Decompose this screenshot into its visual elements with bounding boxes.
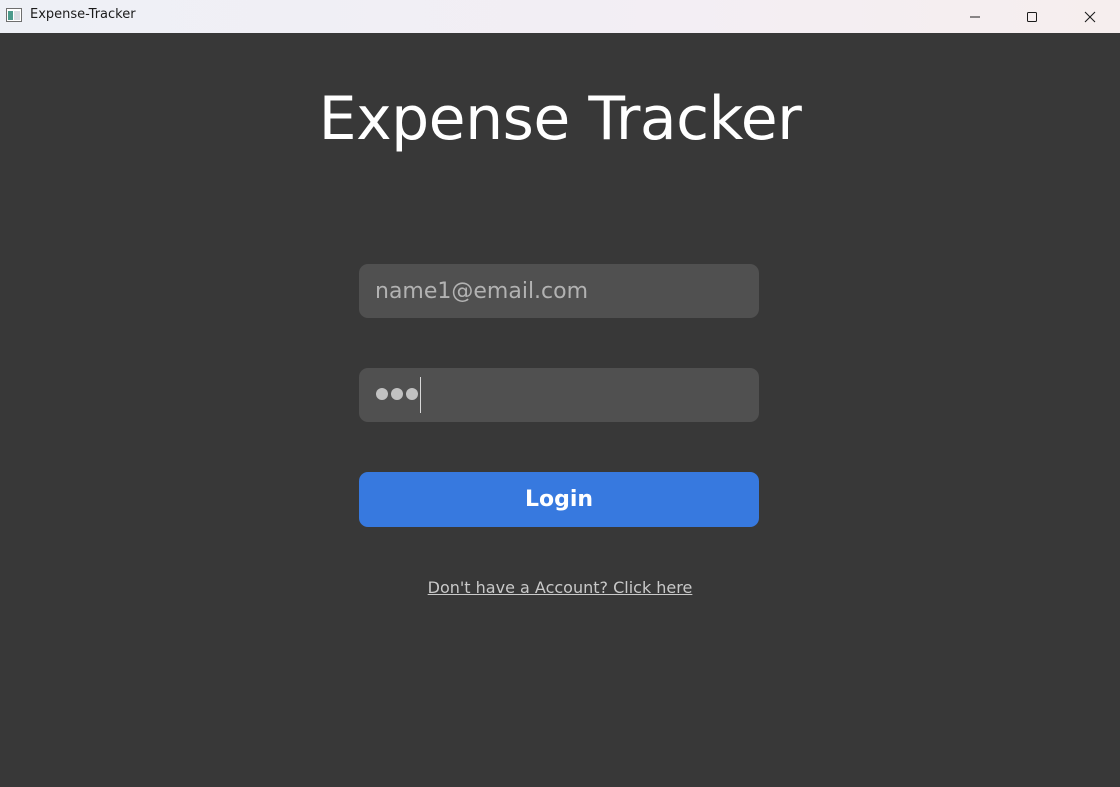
password-field[interactable] [359,368,759,422]
text-caret [420,377,421,413]
login-panel: Expense Tracker Login Don't have a Accou… [0,33,1120,787]
signup-link[interactable]: Don't have a Account? Click here [0,578,1120,597]
app-window: Expense-Tracker Expense Tracker name1@em… [0,0,1120,787]
title-bar[interactable]: Expense-Tracker [0,0,1120,33]
password-dot [406,388,418,400]
password-dot [391,388,403,400]
close-button[interactable] [1062,0,1118,33]
minimize-icon [970,16,980,17]
maximize-button[interactable] [1004,0,1060,33]
password-dot [376,388,388,400]
login-button[interactable]: Login [359,472,759,527]
minimize-button[interactable] [947,0,1003,33]
close-icon [1084,11,1096,22]
app-icon [6,8,22,22]
email-field-container [359,264,759,318]
page-title: Expense Tracker [318,84,802,154]
email-field[interactable] [359,264,759,318]
password-mask [376,388,418,400]
maximize-icon [1027,11,1037,22]
window-title: Expense-Tracker [30,7,136,22]
